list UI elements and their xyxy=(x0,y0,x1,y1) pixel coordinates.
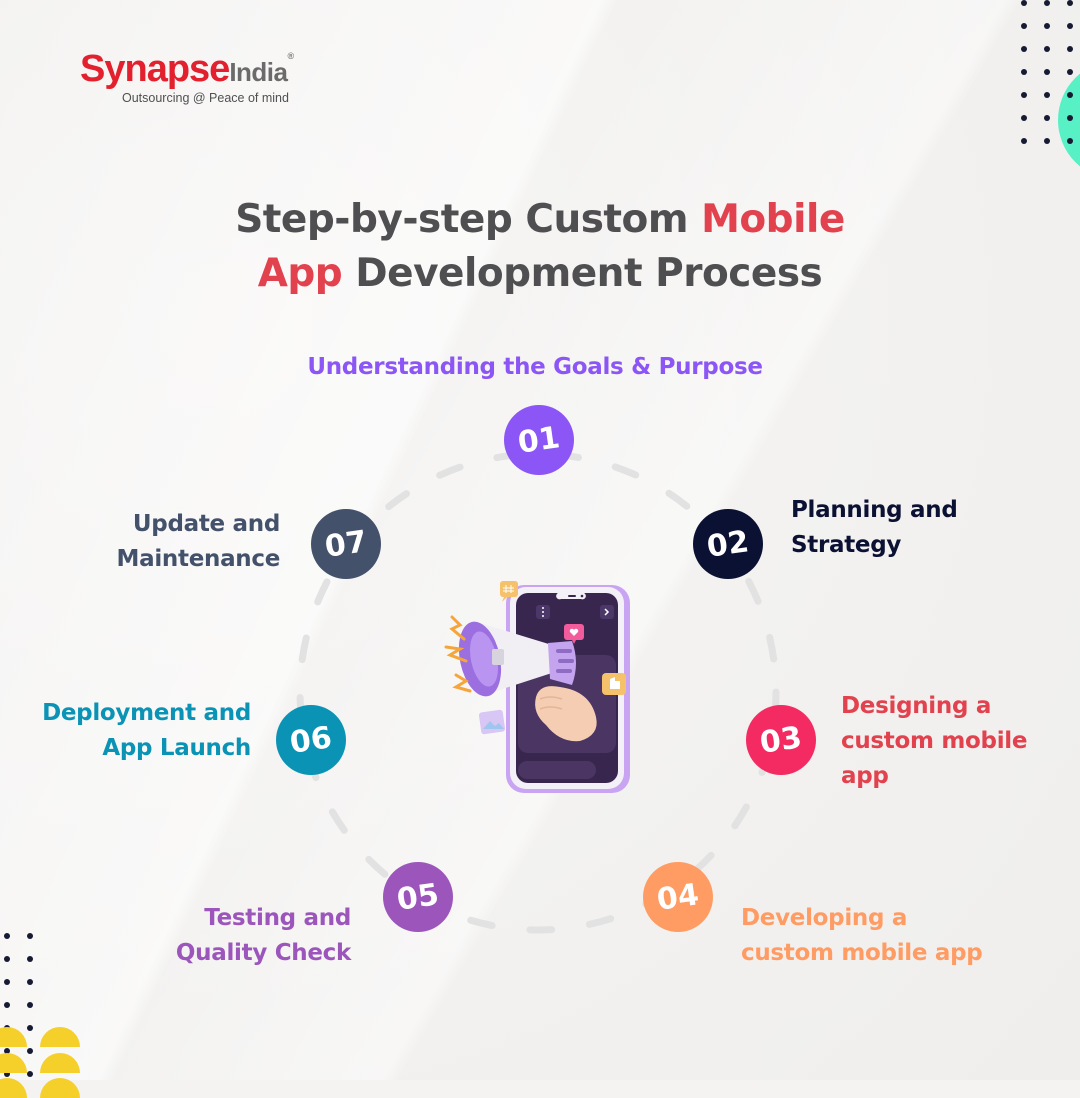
step-5-label: Testing and Quality Check xyxy=(100,901,351,971)
image-card-icon xyxy=(478,709,506,735)
step-number: 05 xyxy=(394,876,442,918)
step-3-badge: 03 xyxy=(746,705,816,775)
yellow-semicircle-decoration xyxy=(0,1078,27,1098)
step-4-label: Developing a custom mobile app xyxy=(741,901,983,971)
step-4-badge: 04 xyxy=(643,862,713,932)
hashtag-bubble-icon xyxy=(500,581,518,597)
step-label-line: Testing and xyxy=(204,905,351,931)
step-1-label: Understanding the Goals & Purpose xyxy=(0,350,1070,385)
step-label-line: Understanding the Goals & Purpose xyxy=(307,354,763,380)
step-2-label: Planning and Strategy xyxy=(791,493,958,563)
step-label-line: App Launch xyxy=(102,735,251,761)
step-label-line: custom mobile xyxy=(841,728,1028,754)
step-label-line: Quality Check xyxy=(175,940,351,966)
step-1-badge: 01 xyxy=(504,405,574,475)
step-6-label: Deployment and App Launch xyxy=(0,696,251,766)
step-7-badge: 07 xyxy=(311,509,381,579)
step-2-badge: 02 xyxy=(693,509,763,579)
screen-bar xyxy=(518,761,596,779)
step-3-label: Designing a custom mobile app xyxy=(841,689,1027,794)
step-number: 07 xyxy=(322,523,370,565)
step-label-line: Designing a xyxy=(841,693,992,719)
step-label-line: Developing a xyxy=(741,905,908,931)
yellow-semicircle-decoration xyxy=(40,1078,80,1098)
step-number: 04 xyxy=(654,876,702,918)
phone-megaphone-illustration xyxy=(444,581,630,793)
step-label-line: Maintenance xyxy=(116,546,281,572)
step-number: 01 xyxy=(515,419,563,461)
step-label-line: Strategy xyxy=(791,532,902,558)
step-5-badge: 05 xyxy=(383,862,453,932)
step-label-line: custom mobile app xyxy=(741,940,983,966)
step-label-line: Planning and xyxy=(791,497,958,523)
step-label-line: app xyxy=(841,763,889,789)
step-number: 02 xyxy=(704,523,752,565)
step-number: 03 xyxy=(757,719,805,761)
step-label-line: Deployment and xyxy=(42,700,251,726)
sound-wave-icon xyxy=(449,615,466,641)
step-7-label: Update and Maintenance xyxy=(0,507,281,577)
step-6-badge: 06 xyxy=(276,705,346,775)
step-number: 06 xyxy=(287,719,335,761)
step-label-line: Update and xyxy=(132,511,280,537)
